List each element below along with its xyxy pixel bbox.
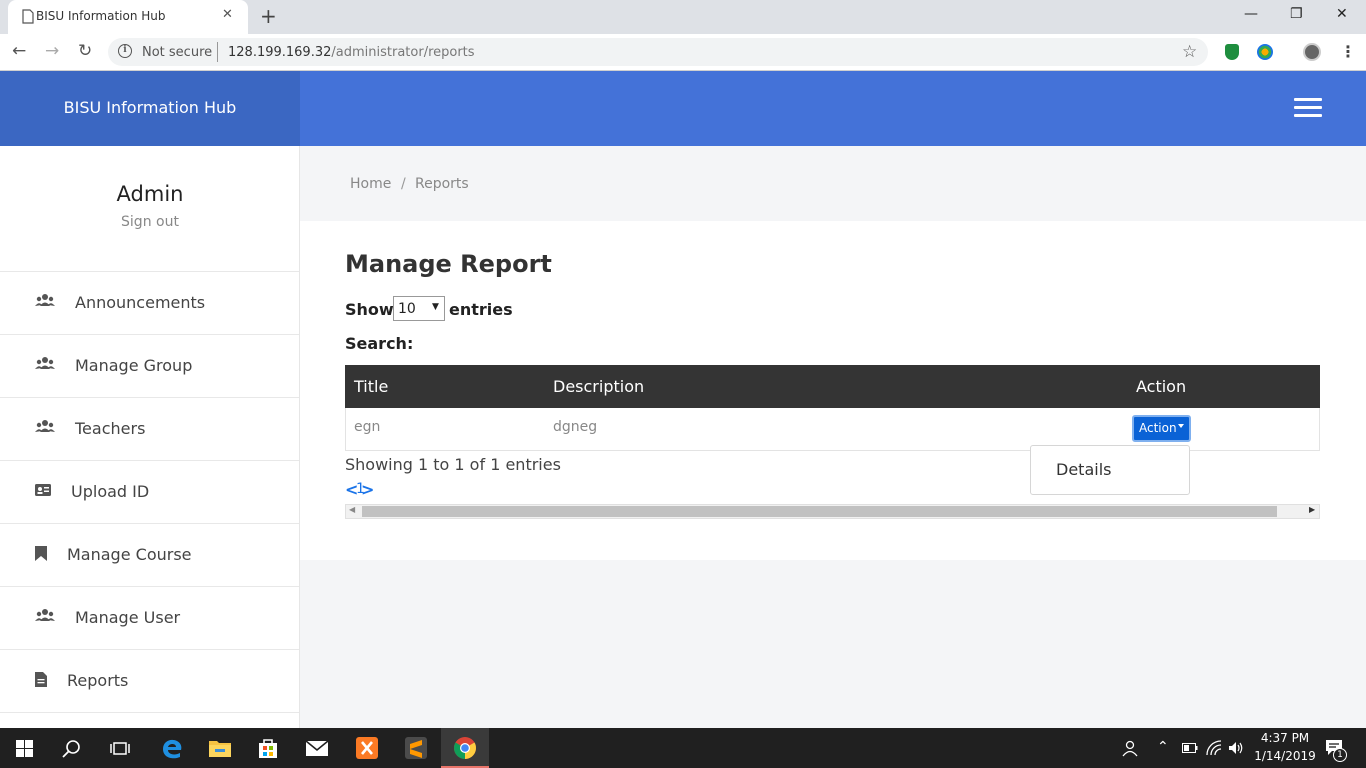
sidebar-item-label: Announcements (75, 293, 206, 312)
scroll-right-arrow-icon[interactable]: ▶ (1309, 505, 1315, 514)
bookmark-icon (35, 546, 47, 565)
cell-description: dgneg (553, 419, 598, 435)
battery-icon[interactable] (1182, 742, 1198, 754)
xampp-icon[interactable] (355, 736, 379, 760)
show-label: Show (345, 300, 394, 319)
top-navbar (300, 71, 1366, 146)
info-icon[interactable]: i (118, 44, 132, 58)
windows-start-icon[interactable] (16, 740, 33, 757)
app-brand[interactable]: BISU Information Hub (0, 98, 300, 117)
entries-label: entries (449, 300, 513, 319)
people-icon[interactable] (1120, 739, 1138, 757)
chrome-icon[interactable] (453, 736, 477, 760)
search-icon[interactable] (62, 739, 82, 759)
notification-count-badge: 1 (1333, 748, 1347, 762)
scroll-left-arrow-icon[interactable]: ◀ (349, 505, 355, 514)
sidebar-item-label: Manage User (75, 608, 181, 627)
sidebar-item-label: Teachers (75, 419, 146, 438)
clock-time[interactable]: 4:37 PM (1250, 731, 1320, 745)
cell-title: egn (354, 419, 381, 435)
edge-browser-icon[interactable] (160, 736, 184, 760)
scrollbar-thumb[interactable] (362, 506, 1277, 517)
mail-icon[interactable] (305, 736, 329, 760)
sidebar-divider (0, 712, 299, 713)
store-icon[interactable] (256, 736, 280, 760)
sign-out-link[interactable]: Sign out (0, 214, 300, 230)
users-icon (35, 293, 55, 311)
close-window-button[interactable]: ✕ (1336, 6, 1348, 22)
task-view-icon[interactable] (110, 740, 130, 757)
next-page-button[interactable]: > (361, 480, 374, 499)
id-card-icon (35, 484, 51, 500)
breadcrumb-home-link[interactable]: Home (350, 176, 391, 192)
tab-close-icon[interactable]: ✕ (222, 7, 233, 22)
page-title: Manage Report (345, 250, 552, 278)
sidebar-item-label: Manage Course (67, 545, 192, 564)
column-header-title[interactable]: Title (354, 377, 388, 396)
profile-avatar[interactable] (1303, 43, 1321, 61)
reload-icon[interactable]: ↻ (78, 41, 92, 61)
search-label: Search: (345, 334, 414, 353)
sidebar-item-label: Reports (67, 671, 129, 690)
page-icon (22, 9, 34, 24)
url-path: /administrator/reports (331, 45, 475, 60)
breadcrumb-separator: / (401, 176, 406, 192)
volume-icon[interactable] (1228, 741, 1244, 755)
wifi-icon[interactable] (1206, 740, 1222, 756)
back-arrow-icon[interactable]: ← (12, 41, 26, 61)
new-tab-button[interactable]: + (260, 4, 277, 28)
action-dropdown-button[interactable]: Action (1132, 415, 1191, 442)
browser-menu-icon[interactable]: ⋮ (1340, 42, 1356, 61)
url-text[interactable]: 128.199.169.32/administrator/reports (228, 45, 475, 60)
sidebar-item-label: Manage Group (75, 356, 193, 375)
sidebar-item-label: Upload ID (71, 482, 150, 501)
hamburger-menu-icon[interactable] (1294, 98, 1322, 118)
restore-button[interactable]: ❐ (1290, 6, 1303, 22)
users-icon (35, 608, 55, 626)
select-caret-icon: ▼ (432, 302, 439, 312)
table-info: Showing 1 to 1 of 1 entries (345, 455, 561, 474)
clock-date[interactable]: 1/14/2019 (1250, 749, 1320, 763)
file-icon (35, 672, 47, 691)
tab-title: BISU Information Hub (36, 9, 166, 23)
security-status[interactable]: Not secure (142, 45, 212, 60)
sublime-text-icon[interactable] (404, 736, 428, 760)
column-header-description[interactable]: Description (553, 377, 644, 396)
user-name: Admin (116, 182, 184, 206)
chevron-up-icon[interactable]: ⌃ (1157, 739, 1169, 755)
entries-select-value: 10 (398, 301, 416, 317)
users-icon (35, 419, 55, 437)
users-icon (35, 356, 55, 374)
breadcrumb-current: Reports (415, 176, 469, 192)
url-host: 128.199.169.32 (228, 45, 332, 60)
shield-extension-icon[interactable] (1225, 44, 1239, 60)
forward-arrow-icon[interactable]: → (45, 41, 59, 61)
url-divider (217, 42, 218, 62)
file-explorer-icon[interactable] (208, 736, 232, 760)
bookmark-star-icon[interactable]: ☆ (1182, 42, 1197, 62)
minimize-button[interactable]: — (1244, 6, 1258, 22)
column-header-action[interactable]: Action (1136, 377, 1186, 396)
globe-extension-icon[interactable] (1257, 44, 1273, 60)
caret-down-icon (1178, 424, 1184, 428)
details-menu-item[interactable]: Details (1056, 460, 1111, 479)
